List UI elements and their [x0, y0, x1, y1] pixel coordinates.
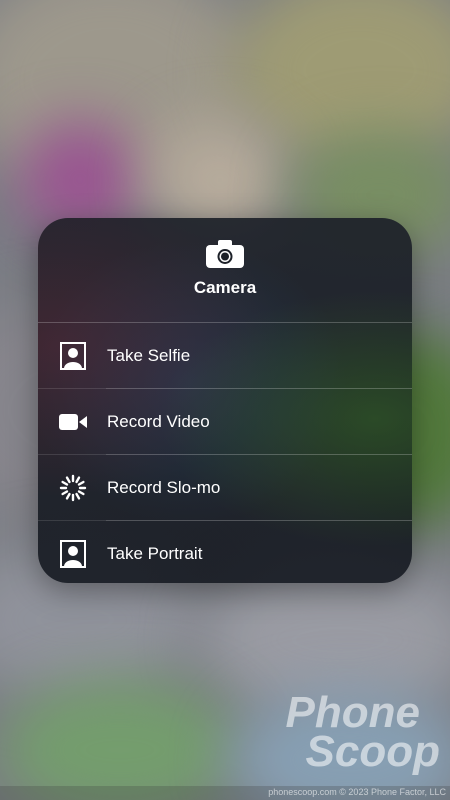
action-label: Record Video	[107, 411, 210, 431]
action-label: Take Portrait	[107, 543, 203, 563]
menu-title: Camera	[193, 278, 257, 297]
camera-icon	[206, 240, 244, 268]
video-camera-icon	[58, 407, 88, 437]
slomo-icon	[58, 473, 88, 503]
copyright-text: phonescoop.com © 2023 Phone Factor, LLC	[268, 787, 446, 797]
take-portrait-action[interactable]: Take Portrait	[38, 520, 412, 583]
action-list: Take Selfie Record Video Record Slo-mo T…	[38, 322, 412, 583]
phonescoop-watermark-logo: Phone Scoop	[286, 691, 440, 777]
record-slomo-action[interactable]: Record Slo-mo	[38, 454, 412, 520]
portrait-icon	[58, 539, 88, 569]
take-selfie-action[interactable]: Take Selfie	[38, 322, 412, 388]
watermark-line-2: Scoop	[305, 727, 440, 777]
copyright-footer: phonescoop.com © 2023 Phone Factor, LLC	[0, 786, 450, 800]
menu-header[interactable]: Camera	[38, 218, 412, 322]
selfie-icon	[58, 341, 88, 371]
action-label: Take Selfie	[107, 345, 191, 365]
record-video-action[interactable]: Record Video	[38, 388, 412, 454]
camera-quick-actions-menu: Camera Take Selfie Record Video Record S…	[38, 218, 412, 583]
action-label: Record Slo-mo	[107, 477, 221, 497]
